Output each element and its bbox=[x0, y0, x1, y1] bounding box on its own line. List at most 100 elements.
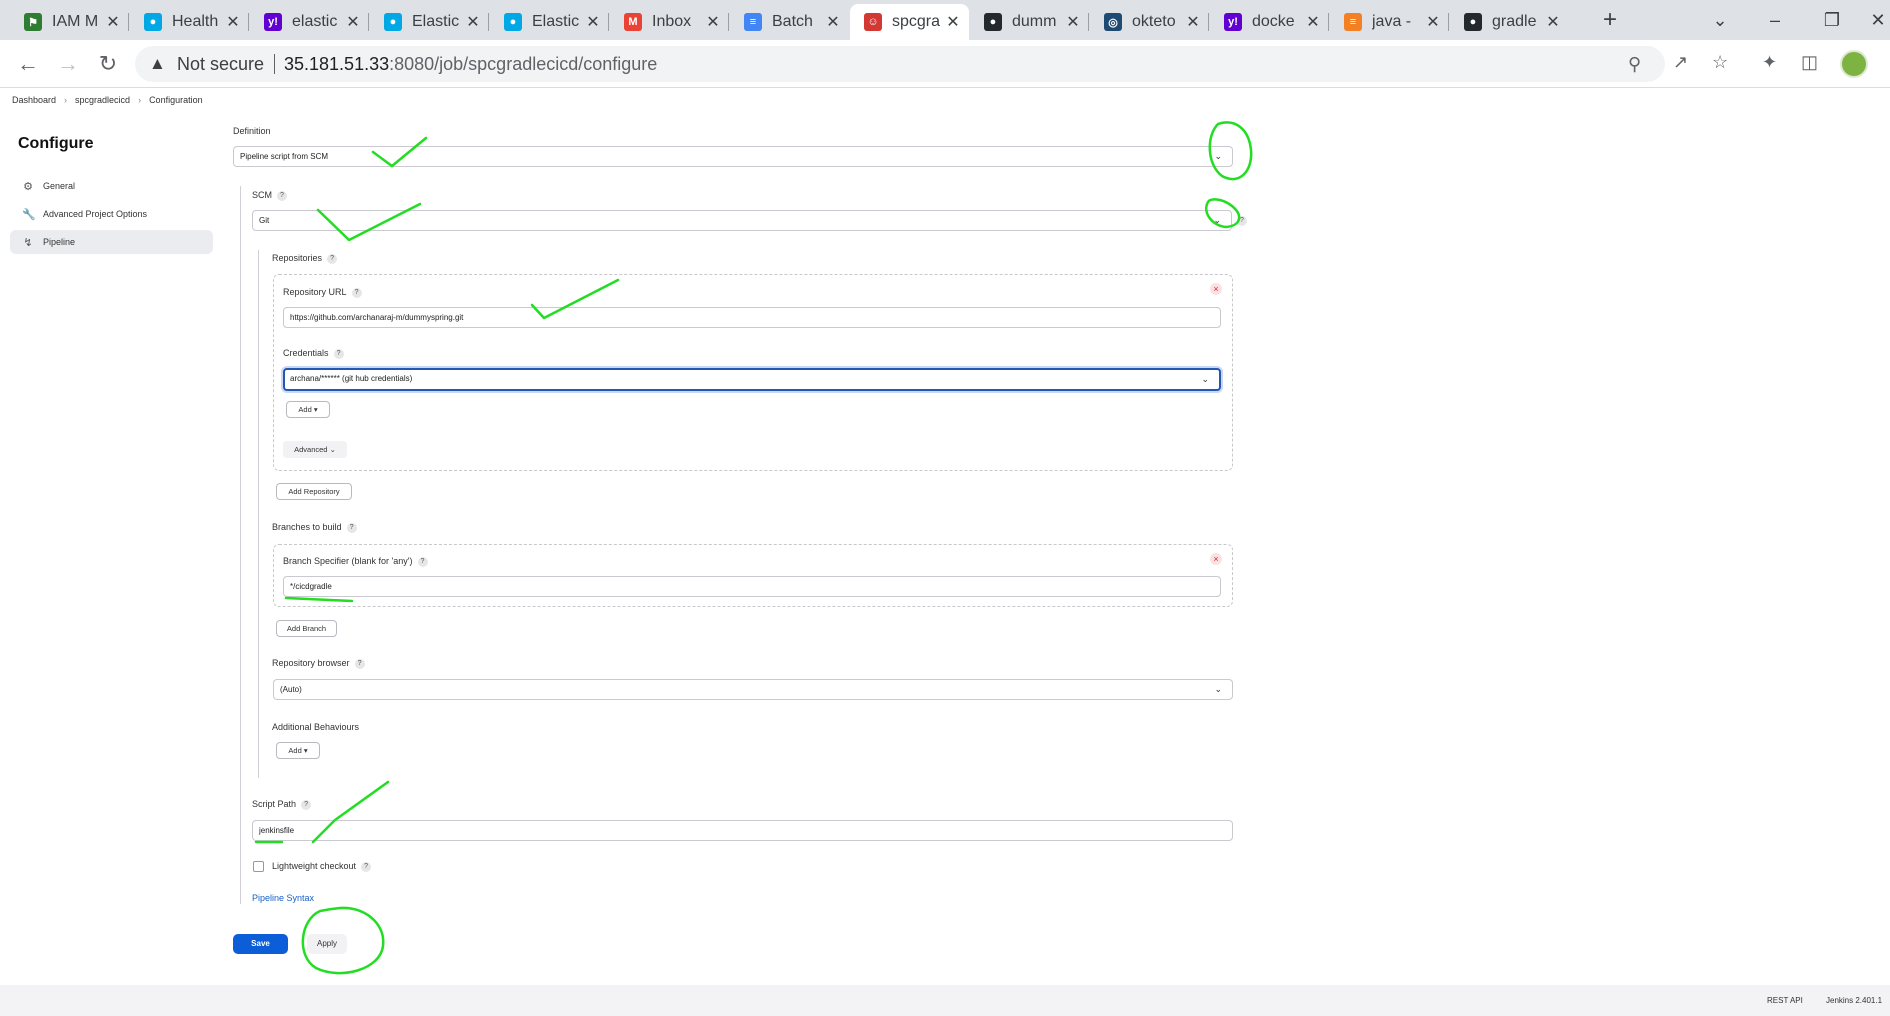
close-tab-icon[interactable]: ✕ bbox=[1065, 12, 1081, 32]
help-icon[interactable]: ? bbox=[301, 799, 312, 810]
breadcrumb-dashboard[interactable]: Dashboard bbox=[12, 95, 56, 105]
help-icon[interactable]: ? bbox=[417, 556, 428, 567]
bookmark-star-icon[interactable]: ☆ bbox=[1712, 52, 1728, 73]
minimize-button[interactable]: – bbox=[1761, 6, 1789, 34]
branches-label: Branches to build? bbox=[272, 522, 357, 533]
branch-specifier-input[interactable]: */cicdgradle bbox=[283, 576, 1221, 597]
close-tab-icon[interactable]: ✕ bbox=[585, 12, 601, 32]
back-icon[interactable]: ← bbox=[14, 50, 42, 78]
help-icon[interactable]: ? bbox=[361, 861, 372, 872]
browser-tab[interactable]: ● Health ✕ bbox=[130, 4, 249, 40]
scm-select[interactable]: Git ⌄ bbox=[252, 210, 1232, 231]
close-window-button[interactable]: ✕ bbox=[1864, 6, 1890, 34]
new-tab-button[interactable]: + bbox=[1596, 6, 1624, 34]
close-tab-icon[interactable]: ✕ bbox=[345, 12, 361, 32]
close-tab-icon[interactable]: ✕ bbox=[225, 12, 241, 32]
sidebar-item-advanced-project-options[interactable]: 🔧 Advanced Project Options bbox=[10, 202, 213, 226]
restore-button[interactable]: ❐ bbox=[1818, 6, 1846, 34]
script-path-input[interactable]: jenkinsfile bbox=[252, 820, 1233, 841]
share-icon[interactable]: ↗ bbox=[1673, 52, 1688, 73]
repository-url-input[interactable]: https://github.com/archanaraj-m/dummyspr… bbox=[283, 307, 1221, 328]
breadcrumb-configuration[interactable]: Configuration bbox=[149, 95, 203, 105]
close-tab-icon[interactable]: ✕ bbox=[105, 12, 121, 32]
address-bar[interactable]: ▲ Not secure 35.181.51.33:8080/job/spcgr… bbox=[135, 46, 1665, 82]
reload-icon[interactable]: ↻ bbox=[94, 50, 122, 78]
browser-tab[interactable]: ≡ java - ✕ bbox=[1330, 4, 1449, 40]
pipeline-icon: ↯ bbox=[23, 236, 33, 249]
tab-title: Elastic bbox=[412, 13, 460, 30]
jenkins-icon: ☺ bbox=[864, 13, 882, 31]
browser-tab[interactable]: ● Elastic ✕ bbox=[490, 4, 609, 40]
advanced-button[interactable]: Advanced ⌄ bbox=[283, 441, 347, 458]
chevron-down-icon: ⌄ bbox=[1201, 374, 1209, 384]
forward-icon[interactable]: → bbox=[54, 50, 82, 78]
close-tab-icon[interactable]: ✕ bbox=[705, 12, 721, 32]
page-footer: REST API Jenkins 2.401.1 bbox=[0, 985, 1890, 1016]
okteto-icon: ◎ bbox=[1104, 13, 1122, 31]
address-divider bbox=[274, 54, 275, 74]
jenkins-version[interactable]: Jenkins 2.401.1 bbox=[1826, 996, 1882, 1005]
credentials-label: Credentials? bbox=[283, 348, 344, 359]
sidebar-item-general[interactable]: ⚙ General bbox=[10, 174, 213, 198]
gmail-icon: M bbox=[624, 13, 642, 31]
add-repository-button[interactable]: Add Repository bbox=[276, 483, 352, 500]
branch-specifier-label: Branch Specifier (blank for 'any')? bbox=[283, 556, 428, 567]
remove-repository-icon[interactable]: × bbox=[1210, 283, 1222, 295]
aws-icon: ⚑ bbox=[24, 13, 42, 31]
rest-api-link[interactable]: REST API bbox=[1767, 996, 1803, 1005]
tab-title: elastic bbox=[292, 13, 338, 30]
browser-tab[interactable]: ☺ spcgra ✕ bbox=[850, 4, 969, 40]
help-icon[interactable]: ? bbox=[346, 522, 357, 533]
breadcrumb-job[interactable]: spcgradlecicd bbox=[75, 95, 130, 105]
url-text[interactable]: 35.181.51.33:8080/job/spcgradlecicd/conf… bbox=[284, 54, 657, 75]
browser-tab[interactable]: ● dumm ✕ bbox=[970, 4, 1089, 40]
apply-button[interactable]: Apply bbox=[307, 934, 347, 954]
chevron-right-icon: › bbox=[64, 95, 68, 105]
repository-browser-select[interactable]: (Auto) ⌄ bbox=[273, 679, 1233, 700]
browser-tab[interactable]: ⚑ IAM M ✕ bbox=[10, 4, 129, 40]
add-branch-button[interactable]: Add Branch bbox=[276, 620, 337, 637]
extensions-icon[interactable]: ✦ bbox=[1762, 52, 1777, 73]
help-icon[interactable]: ? bbox=[1237, 216, 1247, 226]
close-tab-icon[interactable]: ✕ bbox=[1545, 12, 1561, 32]
close-tab-icon[interactable]: ✕ bbox=[465, 12, 481, 32]
browser-tab[interactable]: y! elastic ✕ bbox=[250, 4, 369, 40]
add-behaviour-button[interactable]: Add ▾ bbox=[276, 742, 320, 759]
tab-title: dumm bbox=[1012, 13, 1057, 30]
sidebar-title: Configure bbox=[18, 135, 94, 152]
save-button[interactable]: Save bbox=[233, 934, 288, 954]
close-tab-icon[interactable]: ✕ bbox=[1305, 12, 1321, 32]
browser-tab[interactable]: ≡ Batch ✕ bbox=[730, 4, 849, 40]
close-tab-icon[interactable]: ✕ bbox=[1185, 12, 1201, 32]
zoom-icon[interactable]: ⚲ bbox=[1628, 54, 1641, 75]
browser-tab[interactable]: M Inbox ✕ bbox=[610, 4, 729, 40]
help-icon[interactable]: ? bbox=[327, 253, 338, 264]
browser-toolbar: ← → ↻ ▲ Not secure 35.181.51.33:8080/job… bbox=[0, 40, 1890, 88]
chevron-down-icon: ⌄ bbox=[1214, 151, 1222, 161]
tab-search-icon[interactable]: ⌄ bbox=[1706, 6, 1734, 34]
close-tab-icon[interactable]: ✕ bbox=[945, 12, 961, 32]
credentials-select[interactable]: archana/****** (git hub credentials) ⌄ bbox=[283, 368, 1221, 391]
help-icon[interactable]: ? bbox=[277, 190, 287, 201]
sidebar-item-pipeline[interactable]: ↯ Pipeline bbox=[10, 230, 213, 254]
browser-tab[interactable]: ● Elastic ✕ bbox=[370, 4, 489, 40]
tab-title: IAM M bbox=[52, 13, 99, 30]
definition-select[interactable]: Pipeline script from SCM ⌄ bbox=[233, 146, 1233, 167]
help-icon[interactable]: ? bbox=[354, 658, 365, 669]
browser-tab[interactable]: ● gradle ✕ bbox=[1450, 4, 1569, 40]
side-panel-icon[interactable]: ◫ bbox=[1801, 52, 1818, 73]
remove-branch-icon[interactable]: × bbox=[1210, 553, 1222, 565]
scm-divider bbox=[258, 250, 259, 778]
pipeline-syntax-link[interactable]: Pipeline Syntax bbox=[252, 893, 314, 903]
help-icon[interactable]: ? bbox=[351, 287, 362, 298]
browser-tab[interactable]: y! docke ✕ bbox=[1210, 4, 1329, 40]
profile-avatar[interactable] bbox=[1840, 50, 1868, 78]
close-tab-icon[interactable]: ✕ bbox=[825, 12, 841, 32]
close-tab-icon[interactable]: ✕ bbox=[1425, 12, 1441, 32]
not-secure-label[interactable]: Not secure bbox=[177, 54, 264, 75]
add-credentials-button[interactable]: Add ▾ bbox=[286, 401, 330, 418]
lightweight-checkout-checkbox[interactable] bbox=[253, 861, 264, 872]
browser-tab[interactable]: ◎ okteto ✕ bbox=[1090, 4, 1209, 40]
github-icon: ● bbox=[1464, 13, 1482, 31]
help-icon[interactable]: ? bbox=[333, 348, 344, 359]
